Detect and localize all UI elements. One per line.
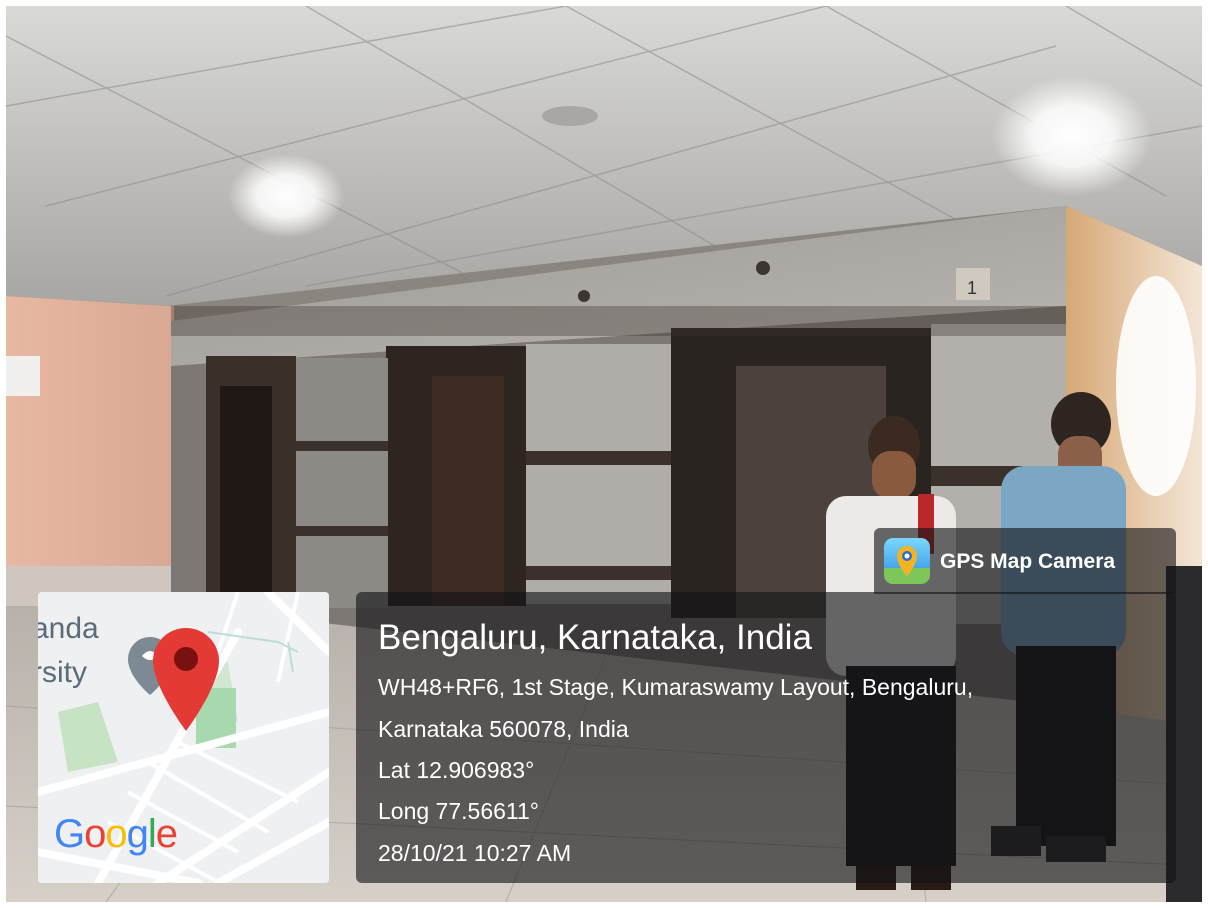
longitude: Long 77.56611° [378,798,539,824]
latitude: Lat 12.906983° [378,757,535,783]
google-logo-letter: o [84,812,106,856]
google-logo-letter: o [105,812,127,856]
address-line-2: Karnataka 560078, India [378,716,629,742]
location-info-panel: Bengaluru, Karnataka, India WH48+RF6, 1s… [356,592,1176,883]
city-title: Bengaluru, Karnataka, India [378,618,812,657]
google-logo-letter: G [54,812,85,856]
photo: 1 anda sity Google GPS Map Camera Bengal… [6,6,1202,902]
app-badge: GPS Map Camera [874,528,1176,594]
gps-map-camera-icon [884,538,930,584]
svg-text:1: 1 [967,278,977,298]
map-place-label: rsity [38,656,87,689]
map-place-label: anda [38,612,99,645]
timestamp: 28/10/21 10:27 AM [378,840,572,866]
google-logo-letter: e [155,812,178,856]
google-logo-letter: l [147,812,157,856]
map-thumbnail: anda rsity Google [38,592,329,883]
google-logo: Google [54,812,178,856]
google-logo-letter: g [126,812,149,856]
address-line-1: WH48+RF6, 1st Stage, Kumaraswamy Layout,… [378,674,974,700]
app-name: GPS Map Camera [940,550,1116,573]
